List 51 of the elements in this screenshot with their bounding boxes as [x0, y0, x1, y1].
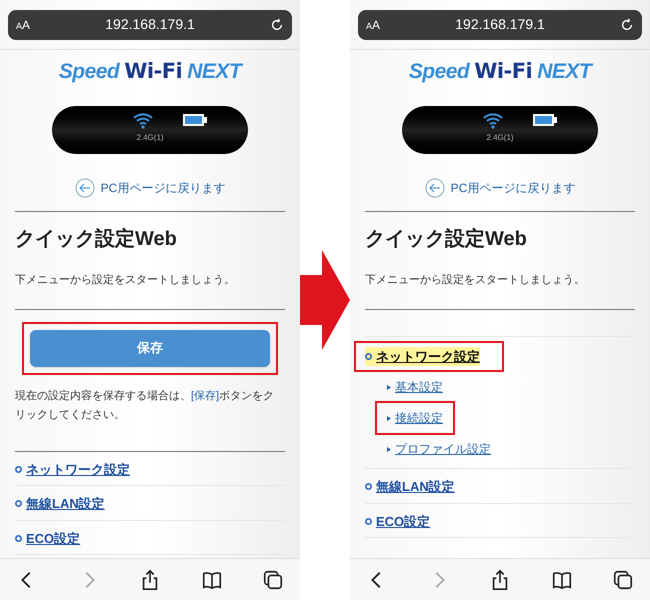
url-text: 192.168.179.1: [454, 15, 546, 34]
submenu-link[interactable]: 基本設定: [387, 378, 443, 396]
triangle-icon: [387, 384, 391, 390]
bullet-icon: [15, 466, 22, 473]
wifi-icon: [482, 111, 504, 129]
arrow-left-icon: [74, 178, 95, 198]
description-text: 下メニューから設定をスタートしましょう。: [15, 272, 236, 288]
tabs-icon[interactable]: [262, 568, 284, 590]
text-size-button[interactable]: AA: [16, 16, 30, 34]
reload-icon[interactable]: [270, 18, 284, 32]
logo-word: NEXT: [537, 61, 592, 82]
menu-link[interactable]: ECO設定: [15, 528, 80, 548]
logo-word: Wi-Fi: [124, 61, 182, 82]
bullet-icon: [365, 518, 372, 525]
battery-icon: [532, 113, 558, 127]
logo-word: NEXT: [187, 61, 242, 82]
bullet-icon: [365, 483, 372, 490]
bullet-icon: [15, 500, 22, 508]
submenu-link[interactable]: 接続設定: [387, 409, 443, 427]
url-text: 192.168.179.1: [104, 15, 196, 34]
text-size-button[interactable]: AA: [366, 16, 380, 34]
reload-icon[interactable]: [620, 18, 634, 32]
page-title: クイック設定Web: [365, 226, 528, 252]
page-title: クイック設定Web: [15, 226, 178, 252]
menu-link[interactable]: 無線LAN設定: [15, 494, 105, 514]
save-link[interactable]: [保存]: [191, 390, 220, 402]
logo-word: Speed: [58, 61, 120, 82]
tabs-icon[interactable]: [612, 568, 634, 590]
menu-link[interactable]: ECO設定: [365, 512, 430, 531]
menu-link[interactable]: 無線LAN設定: [365, 477, 455, 496]
band-label: 2.4G(1): [486, 132, 514, 144]
wifi-icon: [132, 111, 154, 129]
triangle-icon: [387, 416, 391, 420]
description-text: 下メニューから設定をスタートしましょう。: [365, 272, 586, 288]
menu-link[interactable]: ネットワーク設定: [15, 460, 130, 479]
menu-link[interactable]: ネットワーク設定: [365, 346, 480, 366]
submenu-link[interactable]: プロファイル設定: [387, 440, 491, 458]
band-label: 2.4G(1): [136, 132, 164, 144]
save-note: 現在の設定内容を保存する場合は、[保存]ボタンをクリックしてください。: [15, 388, 276, 422]
address-bar[interactable]: AA 192.168.179.1: [358, 10, 642, 40]
arrow-right-icon: [300, 250, 350, 350]
bullet-icon: [15, 534, 22, 542]
triangle-icon: [387, 446, 391, 452]
battery-icon: [182, 113, 208, 127]
back-link[interactable]: PC用ページに戻ります: [424, 178, 576, 198]
logo-word: Wi-Fi: [474, 61, 532, 82]
logo-word: Speed: [408, 61, 470, 82]
bullet-icon: [365, 352, 372, 360]
address-bar[interactable]: AA 192.168.179.1: [8, 10, 292, 40]
back-link[interactable]: PC用ページに戻ります: [74, 178, 226, 198]
arrow-left-icon: [424, 178, 445, 198]
